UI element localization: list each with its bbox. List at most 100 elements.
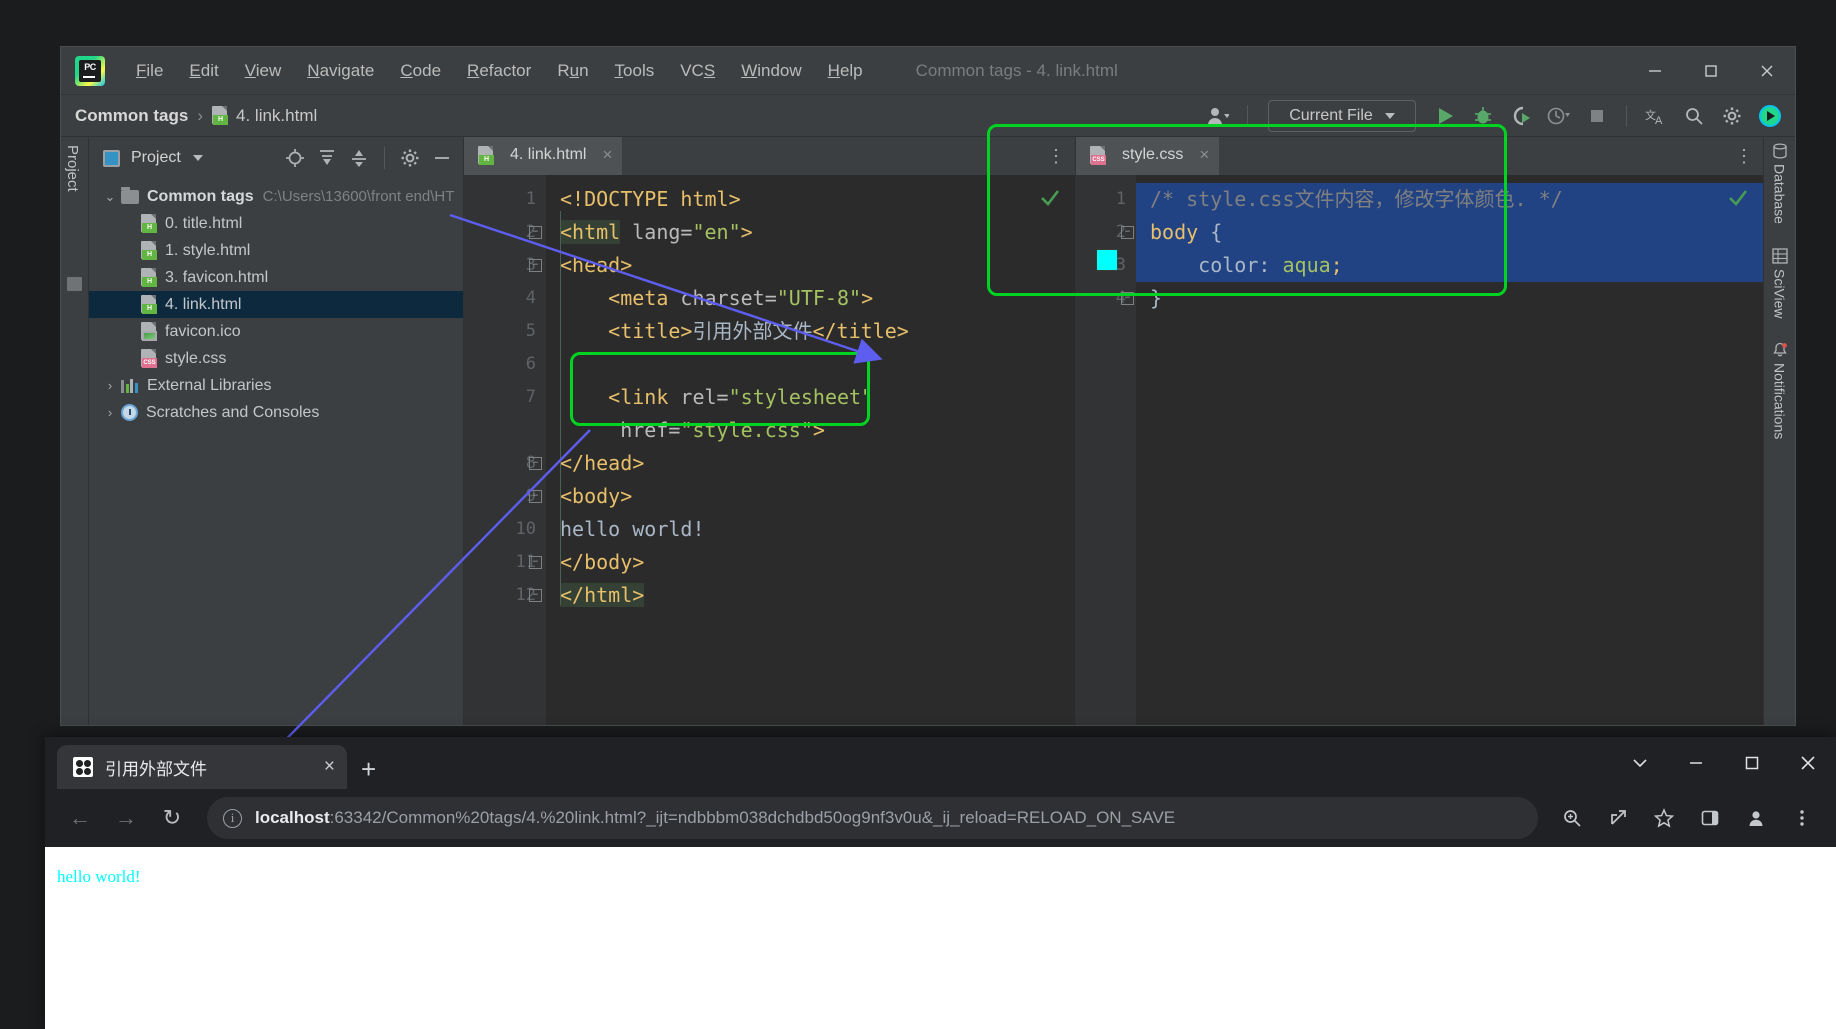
code-line[interactable]: </html> bbox=[546, 579, 1075, 612]
chevron-right-icon[interactable]: › bbox=[99, 405, 121, 420]
close-icon[interactable] bbox=[1739, 47, 1795, 95]
code-line[interactable]: hello world! bbox=[546, 513, 1075, 546]
chevron-down-icon[interactable]: ⌄ bbox=[99, 189, 121, 205]
code-line[interactable]: /* style.css文件内容，修改字体颜色. */ bbox=[1136, 183, 1763, 216]
html-gutter[interactable]: 1 2−3−4 5 6 7 8−9−10 11−12− bbox=[464, 175, 546, 725]
tree-item-favicon-ico[interactable]: favicon.ico bbox=[89, 318, 463, 345]
tree-item-common-tags[interactable]: ⌄ Common tags C:\Users\13600\front end\H… bbox=[89, 183, 463, 210]
settings-gear-icon[interactable] bbox=[1715, 100, 1749, 132]
tree-item-0-title-html[interactable]: H 0. title.html bbox=[89, 210, 463, 237]
code-line[interactable]: <meta charset="UTF-8"> bbox=[546, 282, 1075, 315]
css-code-area[interactable]: /* style.css文件内容，修改字体颜色. */body { color:… bbox=[1136, 175, 1763, 725]
css-editor-body[interactable]: 1 2− 3 4− /* style.css文件内容，修改字体颜色. */body {… bbox=[1076, 175, 1763, 725]
code-line[interactable]: <body> bbox=[546, 480, 1075, 513]
tab-4-link-html[interactable]: H 4. link.html × bbox=[464, 137, 623, 175]
fold-marker-icon[interactable]: − bbox=[1121, 226, 1134, 239]
locate-icon[interactable] bbox=[280, 143, 310, 173]
fold-marker-icon[interactable]: − bbox=[529, 259, 542, 272]
close-icon[interactable]: × bbox=[602, 145, 612, 165]
browser-tab[interactable]: 引用外部文件 × bbox=[57, 745, 347, 789]
code-line[interactable]: </body> bbox=[546, 546, 1075, 579]
settings-gear-icon[interactable] bbox=[395, 143, 425, 173]
run-icon[interactable] bbox=[1428, 100, 1462, 132]
menu-tools[interactable]: Tools bbox=[602, 57, 668, 85]
css-gutter[interactable]: 1 2− 3 4− bbox=[1076, 175, 1136, 725]
code-line[interactable]: color: aqua; bbox=[1136, 249, 1763, 282]
code-line[interactable]: body { bbox=[1136, 216, 1763, 249]
tree-item-3-favicon-html[interactable]: H 3. favicon.html bbox=[89, 264, 463, 291]
html-editor-body[interactable]: 1 2−3−4 5 6 7 8−9−10 11−12− <!DOCTYPE html> <ht… bbox=[464, 175, 1075, 725]
menu-help[interactable]: Help bbox=[815, 57, 876, 85]
maximize-icon[interactable] bbox=[1724, 737, 1780, 789]
database-tool-tab[interactable]: Database bbox=[1772, 143, 1788, 224]
code-line[interactable]: href="style.css"> bbox=[546, 414, 1075, 447]
maximize-icon[interactable] bbox=[1683, 47, 1739, 95]
code-line[interactable]: <head> bbox=[546, 249, 1075, 282]
site-info-icon[interactable]: i bbox=[223, 808, 242, 828]
expand-all-icon[interactable] bbox=[312, 143, 342, 173]
code-line[interactable]: <!DOCTYPE html> bbox=[546, 183, 1075, 216]
breadcrumb-project[interactable]: Common tags bbox=[75, 106, 188, 126]
minimize-icon[interactable] bbox=[1668, 737, 1724, 789]
side-panel-icon[interactable] bbox=[1690, 798, 1730, 838]
project-tool-tab[interactable]: Project bbox=[64, 145, 81, 192]
chevron-down-icon[interactable] bbox=[192, 155, 203, 161]
menu-window[interactable]: Window bbox=[728, 57, 814, 85]
menu-view[interactable]: View bbox=[232, 57, 295, 85]
editor-options-icon[interactable]: ⋮ bbox=[1043, 137, 1069, 175]
menu-run[interactable]: Run bbox=[544, 57, 601, 85]
bookmark-star-icon[interactable] bbox=[1644, 798, 1684, 838]
code-line[interactable]: <title>引用外部文件</title> bbox=[546, 315, 1075, 348]
profile-icon[interactable] bbox=[1736, 798, 1776, 838]
breadcrumb-file[interactable]: 4. link.html bbox=[236, 106, 317, 126]
share-icon[interactable] bbox=[1598, 798, 1638, 838]
reload-button[interactable]: ↻ bbox=[151, 797, 193, 839]
inspection-ok-icon[interactable] bbox=[1727, 187, 1749, 215]
hide-icon[interactable] bbox=[427, 143, 457, 173]
fold-marker-icon[interactable]: − bbox=[529, 556, 542, 569]
back-button[interactable]: ← bbox=[59, 797, 101, 839]
forward-button[interactable]: → bbox=[105, 797, 147, 839]
html-code-area[interactable]: <!DOCTYPE html> <html lang="en"> <head> <m… bbox=[546, 175, 1075, 725]
tree-item-4-link-html[interactable]: H 4. link.html bbox=[89, 291, 463, 318]
editor-options-icon[interactable]: ⋮ bbox=[1731, 137, 1757, 175]
tree-item-external-libraries[interactable]: › External Libraries bbox=[89, 372, 463, 399]
translate-icon[interactable]: 文A bbox=[1639, 100, 1673, 132]
close-icon[interactable]: × bbox=[1199, 145, 1209, 165]
menu-code[interactable]: Code bbox=[387, 57, 454, 85]
fold-marker-icon[interactable]: − bbox=[1121, 292, 1134, 305]
fold-marker-icon[interactable]: − bbox=[529, 226, 542, 239]
pycharm-icon[interactable] bbox=[1753, 100, 1787, 132]
code-line[interactable]: } bbox=[1136, 282, 1763, 315]
run-configuration-selector[interactable]: Current File bbox=[1268, 100, 1416, 132]
notifications-tool-tab[interactable]: Notifications bbox=[1772, 342, 1788, 440]
fold-marker-icon[interactable]: − bbox=[529, 490, 542, 503]
stop-icon[interactable] bbox=[1580, 100, 1614, 132]
tab-style-css[interactable]: CSS style.css × bbox=[1076, 137, 1220, 175]
run-with-coverage-icon[interactable] bbox=[1504, 100, 1538, 132]
chevron-down-icon[interactable] bbox=[1612, 737, 1668, 789]
menu-vcs[interactable]: VCS bbox=[667, 57, 728, 85]
structure-tool-icon[interactable] bbox=[67, 277, 82, 291]
code-line[interactable]: </head> bbox=[546, 447, 1075, 480]
sciview-tool-tab[interactable]: SciView bbox=[1772, 248, 1788, 318]
address-bar[interactable]: i localhost:63342/Common%20tags/4.%20lin… bbox=[207, 797, 1538, 839]
fold-marker-icon[interactable]: − bbox=[529, 457, 542, 470]
chevron-right-icon[interactable]: › bbox=[99, 378, 121, 393]
profiler-icon[interactable] bbox=[1542, 100, 1576, 132]
code-line[interactable] bbox=[546, 348, 1075, 381]
new-tab-button[interactable]: + bbox=[361, 756, 376, 782]
fold-marker-icon[interactable]: − bbox=[529, 589, 542, 602]
tree-item-style-css[interactable]: CSS style.css bbox=[89, 345, 463, 372]
menu-navigate[interactable]: Navigate bbox=[294, 57, 387, 85]
code-line[interactable]: <html lang="en"> bbox=[546, 216, 1075, 249]
tree-item-scratches-and-consoles[interactable]: › Scratches and Consoles bbox=[89, 399, 463, 426]
search-icon[interactable] bbox=[1677, 100, 1711, 132]
close-icon[interactable] bbox=[1780, 737, 1836, 789]
zoom-icon[interactable] bbox=[1552, 798, 1592, 838]
minimize-icon[interactable] bbox=[1627, 47, 1683, 95]
user-avatar-icon[interactable] bbox=[1201, 100, 1235, 132]
debug-icon[interactable] bbox=[1466, 100, 1500, 132]
code-line[interactable]: <link rel="stylesheet" bbox=[546, 381, 1075, 414]
inspection-ok-icon[interactable] bbox=[1039, 187, 1061, 215]
